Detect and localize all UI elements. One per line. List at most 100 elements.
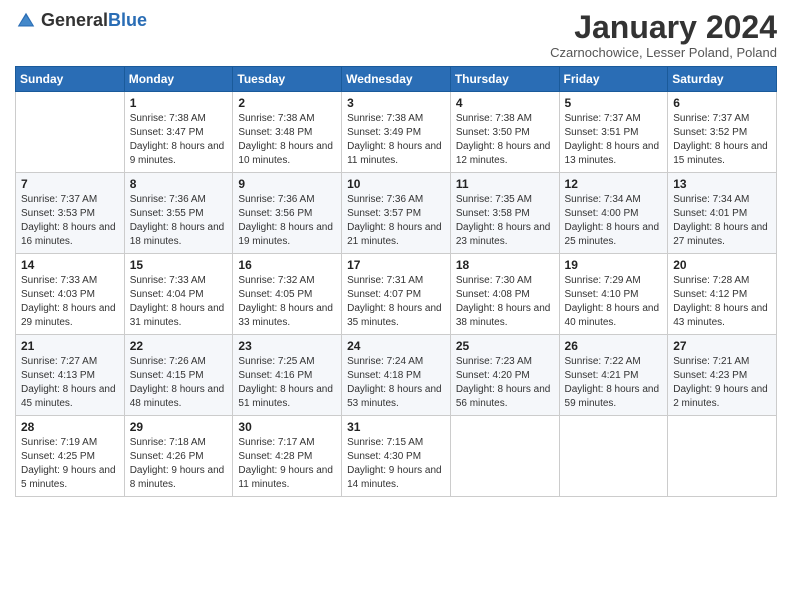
calendar-week-row: 14 Sunrise: 7:33 AMSunset: 4:03 PMDayligh…	[16, 254, 777, 335]
calendar-table: SundayMondayTuesdayWednesdayThursdayFrid…	[15, 66, 777, 497]
calendar-week-row: 1 Sunrise: 7:38 AMSunset: 3:47 PMDaylight…	[16, 92, 777, 173]
calendar-day-cell: 13 Sunrise: 7:34 AMSunset: 4:01 PMDayligh…	[668, 173, 777, 254]
day-number: 26	[565, 339, 663, 353]
day-number: 23	[238, 339, 336, 353]
day-info: Sunrise: 7:17 AMSunset: 4:28 PMDaylight:…	[238, 436, 336, 492]
day-info: Sunrise: 7:19 AMSunset: 4:25 PMDaylight:…	[21, 436, 119, 492]
day-number: 28	[21, 420, 119, 434]
day-number: 6	[673, 96, 771, 110]
day-number: 4	[456, 96, 554, 110]
day-number: 3	[347, 96, 445, 110]
day-number: 29	[130, 420, 228, 434]
calendar-day-cell: 19 Sunrise: 7:29 AMSunset: 4:10 PMDayligh…	[559, 254, 668, 335]
day-number: 31	[347, 420, 445, 434]
day-number: 22	[130, 339, 228, 353]
calendar-week-row: 7 Sunrise: 7:37 AMSunset: 3:53 PMDaylight…	[16, 173, 777, 254]
day-number: 25	[456, 339, 554, 353]
logo: GeneralBlue	[15, 10, 147, 32]
day-info: Sunrise: 7:35 AMSunset: 3:58 PMDaylight:…	[456, 193, 554, 249]
day-info: Sunrise: 7:34 AMSunset: 4:01 PMDaylight:…	[673, 193, 771, 249]
calendar-day-cell: 6 Sunrise: 7:37 AMSunset: 3:52 PMDaylight…	[668, 92, 777, 173]
day-number: 14	[21, 258, 119, 272]
day-number: 12	[565, 177, 663, 191]
calendar-day-cell: 26 Sunrise: 7:22 AMSunset: 4:21 PMDayligh…	[559, 335, 668, 416]
day-info: Sunrise: 7:22 AMSunset: 4:21 PMDaylight:…	[565, 355, 663, 411]
day-number: 21	[21, 339, 119, 353]
calendar-day-cell: 31Sunrise: 7:15 AMSunset: 4:30 PMDayligh…	[342, 416, 451, 497]
calendar-day-cell	[16, 92, 125, 173]
calendar-day-cell: 21Sunrise: 7:27 AMSunset: 4:13 PMDayligh…	[16, 335, 125, 416]
day-info: Sunrise: 7:26 AMSunset: 4:15 PMDaylight:…	[130, 355, 228, 411]
calendar-day-cell: 16 Sunrise: 7:32 AMSunset: 4:05 PMDayligh…	[233, 254, 342, 335]
day-number: 20	[673, 258, 771, 272]
weekday-header-cell: Thursday	[450, 67, 559, 92]
calendar-day-cell: 18Sunrise: 7:30 AMSunset: 4:08 PMDayligh…	[450, 254, 559, 335]
day-number: 27	[673, 339, 771, 353]
calendar-day-cell: 9 Sunrise: 7:36 AMSunset: 3:56 PMDaylight…	[233, 173, 342, 254]
calendar-day-cell: 2Sunrise: 7:38 AMSunset: 3:48 PMDaylight…	[233, 92, 342, 173]
logo-general-text: GeneralBlue	[41, 11, 147, 31]
calendar-day-cell: 10 Sunrise: 7:36 AMSunset: 3:57 PMDayligh…	[342, 173, 451, 254]
calendar-day-cell: 20Sunrise: 7:28 AMSunset: 4:12 PMDayligh…	[668, 254, 777, 335]
day-info: Sunrise: 7:38 AMSunset: 3:47 PMDaylight:…	[130, 112, 228, 168]
page-header: GeneralBlue January 2024 Czarnochowice, …	[15, 10, 777, 60]
weekday-header-row: SundayMondayTuesdayWednesdayThursdayFrid…	[16, 67, 777, 92]
calendar-week-row: 21Sunrise: 7:27 AMSunset: 4:13 PMDayligh…	[16, 335, 777, 416]
logo-icon	[15, 10, 37, 32]
calendar-day-cell: 1 Sunrise: 7:38 AMSunset: 3:47 PMDaylight…	[124, 92, 233, 173]
calendar-body: 1 Sunrise: 7:38 AMSunset: 3:47 PMDaylight…	[16, 92, 777, 497]
calendar-day-cell: 11 Sunrise: 7:35 AMSunset: 3:58 PMDayligh…	[450, 173, 559, 254]
day-info: Sunrise: 7:36 AMSunset: 3:57 PMDaylight:…	[347, 193, 445, 249]
calendar-day-cell: 14 Sunrise: 7:33 AMSunset: 4:03 PMDayligh…	[16, 254, 125, 335]
weekday-header-cell: Friday	[559, 67, 668, 92]
calendar-day-cell: 30 Sunrise: 7:17 AMSunset: 4:28 PMDayligh…	[233, 416, 342, 497]
day-info: Sunrise: 7:37 AMSunset: 3:53 PMDaylight:…	[21, 193, 119, 249]
day-info: Sunrise: 7:25 AMSunset: 4:16 PMDaylight:…	[238, 355, 336, 411]
day-number: 5	[565, 96, 663, 110]
calendar-day-cell: 23 Sunrise: 7:25 AMSunset: 4:16 PMDayligh…	[233, 335, 342, 416]
day-info: Sunrise: 7:29 AMSunset: 4:10 PMDaylight:…	[565, 274, 663, 330]
day-number: 9	[238, 177, 336, 191]
calendar-day-cell: 12 Sunrise: 7:34 AMSunset: 4:00 PMDayligh…	[559, 173, 668, 254]
day-number: 24	[347, 339, 445, 353]
day-info: Sunrise: 7:33 AMSunset: 4:03 PMDaylight:…	[21, 274, 119, 330]
location: Czarnochowice, Lesser Poland, Poland	[550, 45, 777, 60]
calendar-day-cell: 7 Sunrise: 7:37 AMSunset: 3:53 PMDaylight…	[16, 173, 125, 254]
calendar-day-cell: 3 Sunrise: 7:38 AMSunset: 3:49 PMDaylight…	[342, 92, 451, 173]
weekday-header-cell: Tuesday	[233, 67, 342, 92]
month-title: January 2024	[550, 10, 777, 45]
day-number: 17	[347, 258, 445, 272]
day-number: 1	[130, 96, 228, 110]
day-number: 7	[21, 177, 119, 191]
calendar-day-cell: 29Sunrise: 7:18 AMSunset: 4:26 PMDayligh…	[124, 416, 233, 497]
day-info: Sunrise: 7:23 AMSunset: 4:20 PMDaylight:…	[456, 355, 554, 411]
day-info: Sunrise: 7:30 AMSunset: 4:08 PMDaylight:…	[456, 274, 554, 330]
day-info: Sunrise: 7:36 AMSunset: 3:55 PMDaylight:…	[130, 193, 228, 249]
day-info: Sunrise: 7:36 AMSunset: 3:56 PMDaylight:…	[238, 193, 336, 249]
weekday-header-cell: Sunday	[16, 67, 125, 92]
day-info: Sunrise: 7:24 AMSunset: 4:18 PMDaylight:…	[347, 355, 445, 411]
day-info: Sunrise: 7:34 AMSunset: 4:00 PMDaylight:…	[565, 193, 663, 249]
title-block: January 2024 Czarnochowice, Lesser Polan…	[550, 10, 777, 60]
calendar-day-cell: 17Sunrise: 7:31 AMSunset: 4:07 PMDayligh…	[342, 254, 451, 335]
weekday-header-cell: Wednesday	[342, 67, 451, 92]
calendar-day-cell	[450, 416, 559, 497]
day-info: Sunrise: 7:37 AMSunset: 3:51 PMDaylight:…	[565, 112, 663, 168]
calendar-day-cell: 25 Sunrise: 7:23 AMSunset: 4:20 PMDayligh…	[450, 335, 559, 416]
day-number: 13	[673, 177, 771, 191]
day-number: 10	[347, 177, 445, 191]
calendar-week-row: 28 Sunrise: 7:19 AMSunset: 4:25 PMDayligh…	[16, 416, 777, 497]
day-info: Sunrise: 7:38 AMSunset: 3:49 PMDaylight:…	[347, 112, 445, 168]
calendar-day-cell: 22 Sunrise: 7:26 AMSunset: 4:15 PMDayligh…	[124, 335, 233, 416]
calendar-day-cell: 8Sunrise: 7:36 AMSunset: 3:55 PMDaylight…	[124, 173, 233, 254]
day-number: 11	[456, 177, 554, 191]
calendar-day-cell: 28 Sunrise: 7:19 AMSunset: 4:25 PMDayligh…	[16, 416, 125, 497]
day-info: Sunrise: 7:32 AMSunset: 4:05 PMDaylight:…	[238, 274, 336, 330]
day-info: Sunrise: 7:37 AMSunset: 3:52 PMDaylight:…	[673, 112, 771, 168]
day-info: Sunrise: 7:33 AMSunset: 4:04 PMDaylight:…	[130, 274, 228, 330]
day-number: 30	[238, 420, 336, 434]
calendar-day-cell: 24 Sunrise: 7:24 AMSunset: 4:18 PMDayligh…	[342, 335, 451, 416]
day-number: 19	[565, 258, 663, 272]
day-number: 16	[238, 258, 336, 272]
day-number: 2	[238, 96, 336, 110]
